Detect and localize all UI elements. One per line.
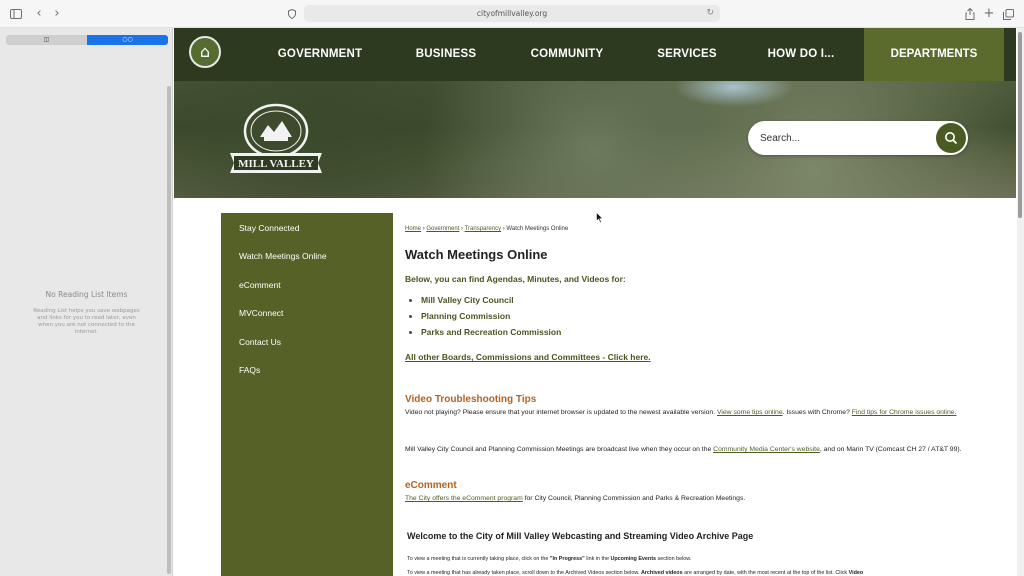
home-icon[interactable]: ⌂	[189, 36, 221, 68]
nav-departments[interactable]: DEPARTMENTS	[864, 28, 1004, 81]
subnav-contact-us[interactable]: Contact Us	[239, 337, 281, 347]
subnav-faqs[interactable]: FAQs	[239, 365, 260, 375]
mill-valley-logo[interactable]: MILL VALLEY	[226, 101, 326, 179]
breadcrumb-current: Watch Meetings Online	[506, 226, 569, 232]
search-box	[748, 121, 968, 155]
lead-text: Below, you can find Agendas, Minutes, an…	[405, 274, 626, 284]
list-item-parks-recreation: Parks and Recreation Commission	[421, 324, 561, 340]
bookmarks-tab[interactable]: ◫	[6, 35, 87, 45]
page-scrollbar-thumb[interactable]	[1018, 32, 1022, 218]
instruction-1-text-3: section below.	[657, 556, 692, 562]
url-text: cityofmillvalley.org	[476, 9, 548, 18]
chevron-left-icon[interactable]: ‹	[31, 6, 47, 22]
breadcrumb-government[interactable]: Government	[426, 226, 459, 232]
chevron-right-icon[interactable]: ›	[49, 6, 65, 22]
main-nav: ⌂ GOVERNMENT BUSINESS COMMUNITY SERVICES…	[174, 28, 1016, 81]
ecomment-heading: eComment	[405, 480, 457, 491]
nav-services[interactable]: SERVICES	[637, 28, 737, 81]
nav-government[interactable]: GOVERNMENT	[270, 28, 370, 81]
instruction-archived: To view a meeting that has already taken…	[407, 570, 967, 576]
browser-toolbar: ‹ › cityofmillvalley.org ↻ +	[0, 0, 1024, 28]
nav-community[interactable]: COMMUNITY	[517, 28, 617, 81]
community-media-link[interactable]: Community Media Center's website	[713, 446, 820, 453]
search-input[interactable]	[760, 121, 920, 155]
list-item-city-council: Mill Valley City Council	[421, 292, 561, 308]
reload-icon[interactable]: ↻	[706, 5, 714, 22]
page-title: Watch Meetings Online	[405, 247, 548, 262]
commission-list: Mill Valley City Council Planning Commis…	[421, 292, 561, 340]
ecomment-program-link[interactable]: The City offers the eComment program	[405, 495, 523, 502]
mouse-cursor-icon	[596, 212, 604, 224]
list-item-planning-commission: Planning Commission	[421, 308, 561, 324]
reading-list-empty-description: Reading List helps you save webpages and…	[33, 308, 140, 335]
plus-icon[interactable]: +	[981, 6, 997, 22]
in-progress-label: "In Progress"	[549, 556, 585, 562]
upcoming-events-label: Upcoming Events	[610, 556, 657, 562]
broadcast-text-2: , and on Marin TV (Comcast CH 27 / AT&T …	[819, 446, 962, 453]
archived-videos-label: Archived videos	[640, 570, 683, 576]
breadcrumb-transparency[interactable]: Transparency	[465, 226, 501, 232]
all-boards-link-text: All other Boards, Commissions and Commit…	[405, 352, 649, 362]
reading-list-sidebar: ◫ ○○ No Reading List Items Reading List …	[0, 28, 173, 576]
view-tips-link[interactable]: View some tips online	[717, 409, 783, 416]
share-icon[interactable]	[962, 6, 978, 22]
welcome-heading: Welcome to the City of Mill Valley Webca…	[407, 531, 754, 541]
logo-text: MILL VALLEY	[238, 158, 314, 170]
nav-how-do-i[interactable]: HOW DO I...	[751, 28, 851, 81]
ecomment-text: for City Council, Planning Commission an…	[524, 495, 746, 502]
all-boards-link[interactable]: All other Boards, Commissions and Commit…	[405, 352, 651, 362]
sidebar-scrollbar[interactable]	[167, 86, 171, 574]
breadcrumb-separator: ›	[461, 226, 464, 232]
video-label: Video	[848, 570, 864, 576]
subnav-mvconnect[interactable]: MVConnect	[239, 308, 283, 318]
subnav-ecomment[interactable]: eComment	[239, 280, 281, 290]
search-icon[interactable]	[936, 123, 966, 153]
chrome-tips-link[interactable]: Find tips for Chrome issues online.	[852, 409, 957, 416]
tabs-icon[interactable]	[1000, 6, 1016, 22]
breadcrumb: Home › Government › Transparency › Watch…	[405, 226, 568, 232]
breadcrumb-separator: ›	[422, 226, 425, 232]
instruction-2-text-2: are arranged by date, with the most rece…	[684, 570, 848, 576]
sidebar-segmented-control: ◫ ○○	[6, 35, 168, 45]
video-tips-paragraph: Video not playing? Please ensure that yo…	[405, 408, 965, 418]
instruction-1-text-1: To view a meeting that is currently taki…	[407, 556, 549, 562]
breadcrumb-separator: ›	[502, 226, 505, 232]
broadcast-paragraph: Mill Valley City Council and Planning Co…	[405, 445, 965, 455]
instruction-2-text-1: To view a meeting that has already taken…	[407, 570, 640, 576]
subnav-watch-meetings[interactable]: Watch Meetings Online	[239, 251, 327, 261]
broadcast-text-1: Mill Valley City Council and Planning Co…	[405, 446, 712, 453]
hero-banner: MILL VALLEY	[174, 81, 1016, 198]
reading-list-tab[interactable]: ○○	[87, 35, 168, 45]
subnav-stay-connected[interactable]: Stay Connected	[239, 223, 299, 233]
nav-business[interactable]: BUSINESS	[396, 28, 496, 81]
video-tips-text-2: . Issues with Chrome?	[782, 409, 850, 416]
shield-icon[interactable]	[284, 6, 300, 22]
video-tips-text-1: Video not playing? Please ensure that yo…	[405, 409, 716, 416]
reading-list-empty-title: No Reading List Items	[45, 290, 128, 299]
sub-navigation: Stay Connected Watch Meetings Online eCo…	[221, 213, 393, 576]
instruction-in-progress: To view a meeting that is currently taki…	[407, 556, 967, 562]
address-bar[interactable]: cityofmillvalley.org ↻	[304, 5, 720, 22]
sidebar-icon[interactable]	[8, 6, 24, 22]
instruction-1-text-2: link in the	[586, 556, 609, 562]
video-tips-heading: Video Troubleshooting Tips	[405, 394, 537, 405]
web-page: ⌂ GOVERNMENT BUSINESS COMMUNITY SERVICES…	[174, 28, 1016, 576]
ecomment-paragraph: The City offers the eComment program for…	[405, 494, 965, 504]
breadcrumb-home[interactable]: Home	[405, 226, 421, 232]
